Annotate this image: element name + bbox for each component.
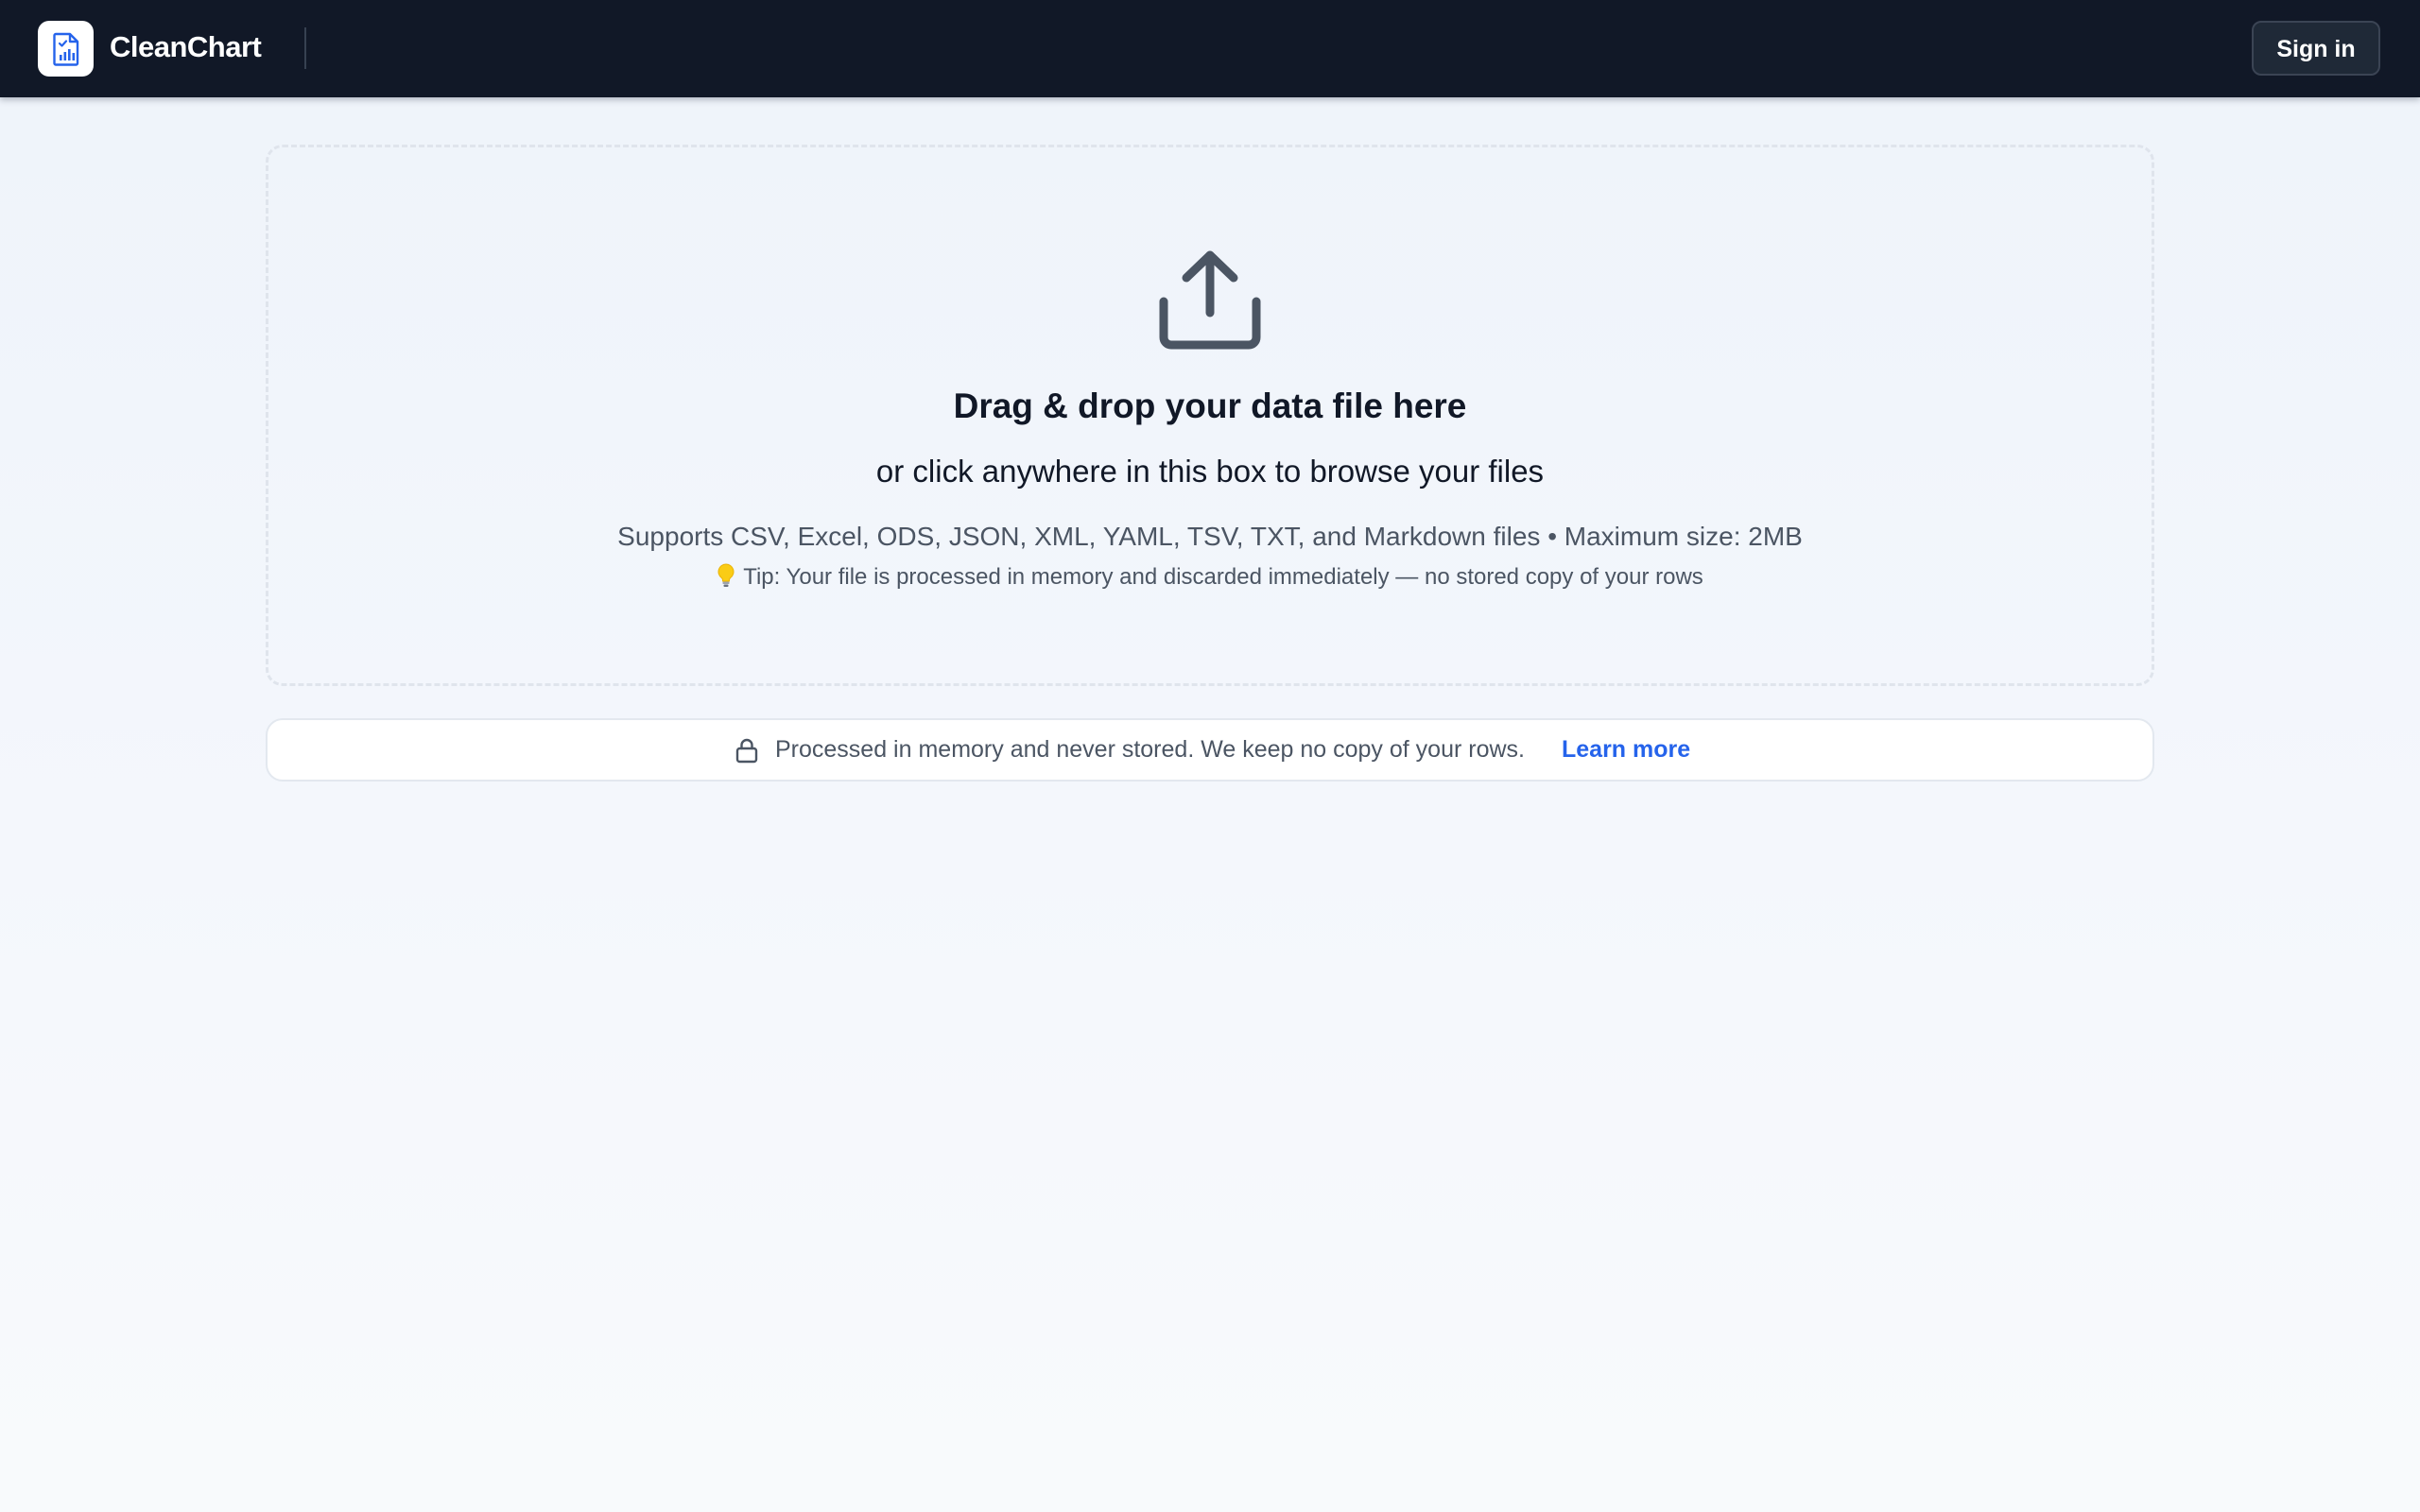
dropzone-tip: Tip: Your file is processed in memory an… xyxy=(266,562,2154,593)
app-logo[interactable] xyxy=(38,21,94,77)
chart-document-icon xyxy=(53,32,79,66)
learn-more-link[interactable]: Learn more xyxy=(1562,733,1690,765)
header-divider xyxy=(304,27,306,69)
tip-text: Tip: Your file is processed in memory an… xyxy=(743,564,1703,590)
top-navbar: CleanChart Sign in xyxy=(0,0,2420,97)
supported-formats: Supports CSV, Excel, ODS, JSON, XML, YAM… xyxy=(617,522,1803,551)
lock-icon xyxy=(735,738,758,764)
upload-icon xyxy=(1159,250,1261,350)
lightbulb-icon xyxy=(717,563,735,587)
dropzone-title: Drag & drop your data file here xyxy=(953,387,1467,425)
privacy-text: Processed in memory and never stored. We… xyxy=(775,736,1525,763)
dropzone-subtitle: or click anywhere in this box to browse … xyxy=(875,454,1545,489)
sign-in-button[interactable]: Sign in xyxy=(2252,21,2380,76)
brand-name[interactable]: CleanChart xyxy=(110,28,262,66)
